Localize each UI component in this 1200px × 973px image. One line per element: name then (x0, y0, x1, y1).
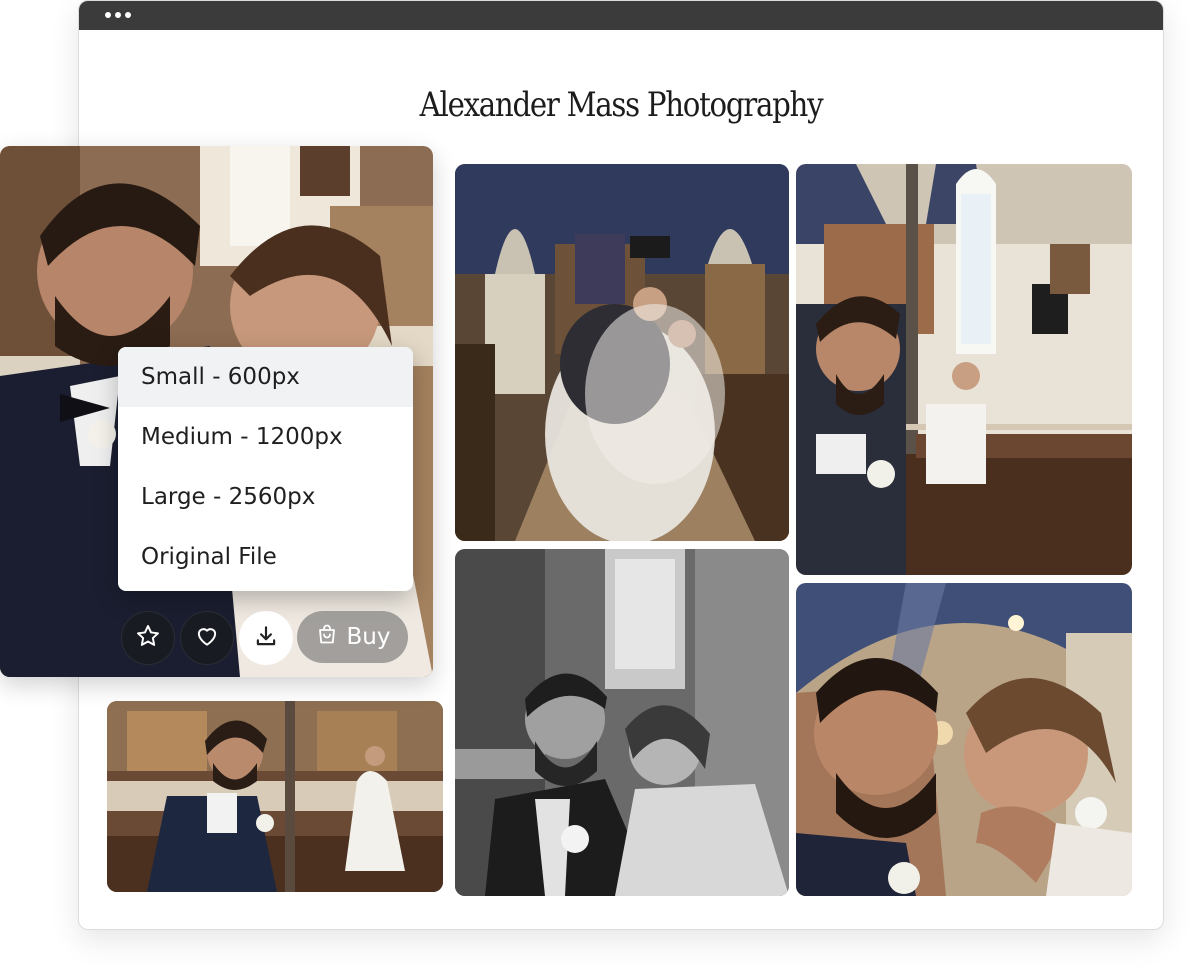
shopping-bag-icon (315, 622, 339, 652)
star-icon (135, 623, 161, 654)
titlebar-dot (115, 12, 121, 18)
menu-item-small[interactable]: Small - 600px (118, 347, 413, 407)
titlebar-dot (105, 12, 111, 18)
like-button[interactable] (180, 611, 234, 665)
download-size-menu: Small - 600px Medium - 1200px Large - 25… (118, 347, 413, 591)
buy-label: Buy (346, 624, 391, 650)
photo-groom-pose[interactable] (107, 701, 443, 892)
photo-groom-in-pews[interactable] (796, 164, 1132, 575)
photo-forehead-kiss[interactable] (796, 583, 1132, 896)
photo-veil-embrace[interactable] (455, 164, 789, 541)
download-icon (253, 623, 279, 654)
photo-black-and-white[interactable] (455, 549, 789, 896)
download-button[interactable] (239, 611, 293, 665)
menu-item-original[interactable]: Original File (118, 527, 413, 587)
window-titlebar (79, 1, 1163, 30)
heart-icon (194, 623, 220, 654)
gallery-title: Alexander Mass Photography (419, 85, 824, 125)
menu-item-large[interactable]: Large - 2560px (118, 467, 413, 527)
menu-item-medium[interactable]: Medium - 1200px (118, 407, 413, 467)
titlebar-dot (125, 12, 131, 18)
favorite-button[interactable] (121, 611, 175, 665)
buy-button[interactable]: Buy (297, 611, 408, 663)
